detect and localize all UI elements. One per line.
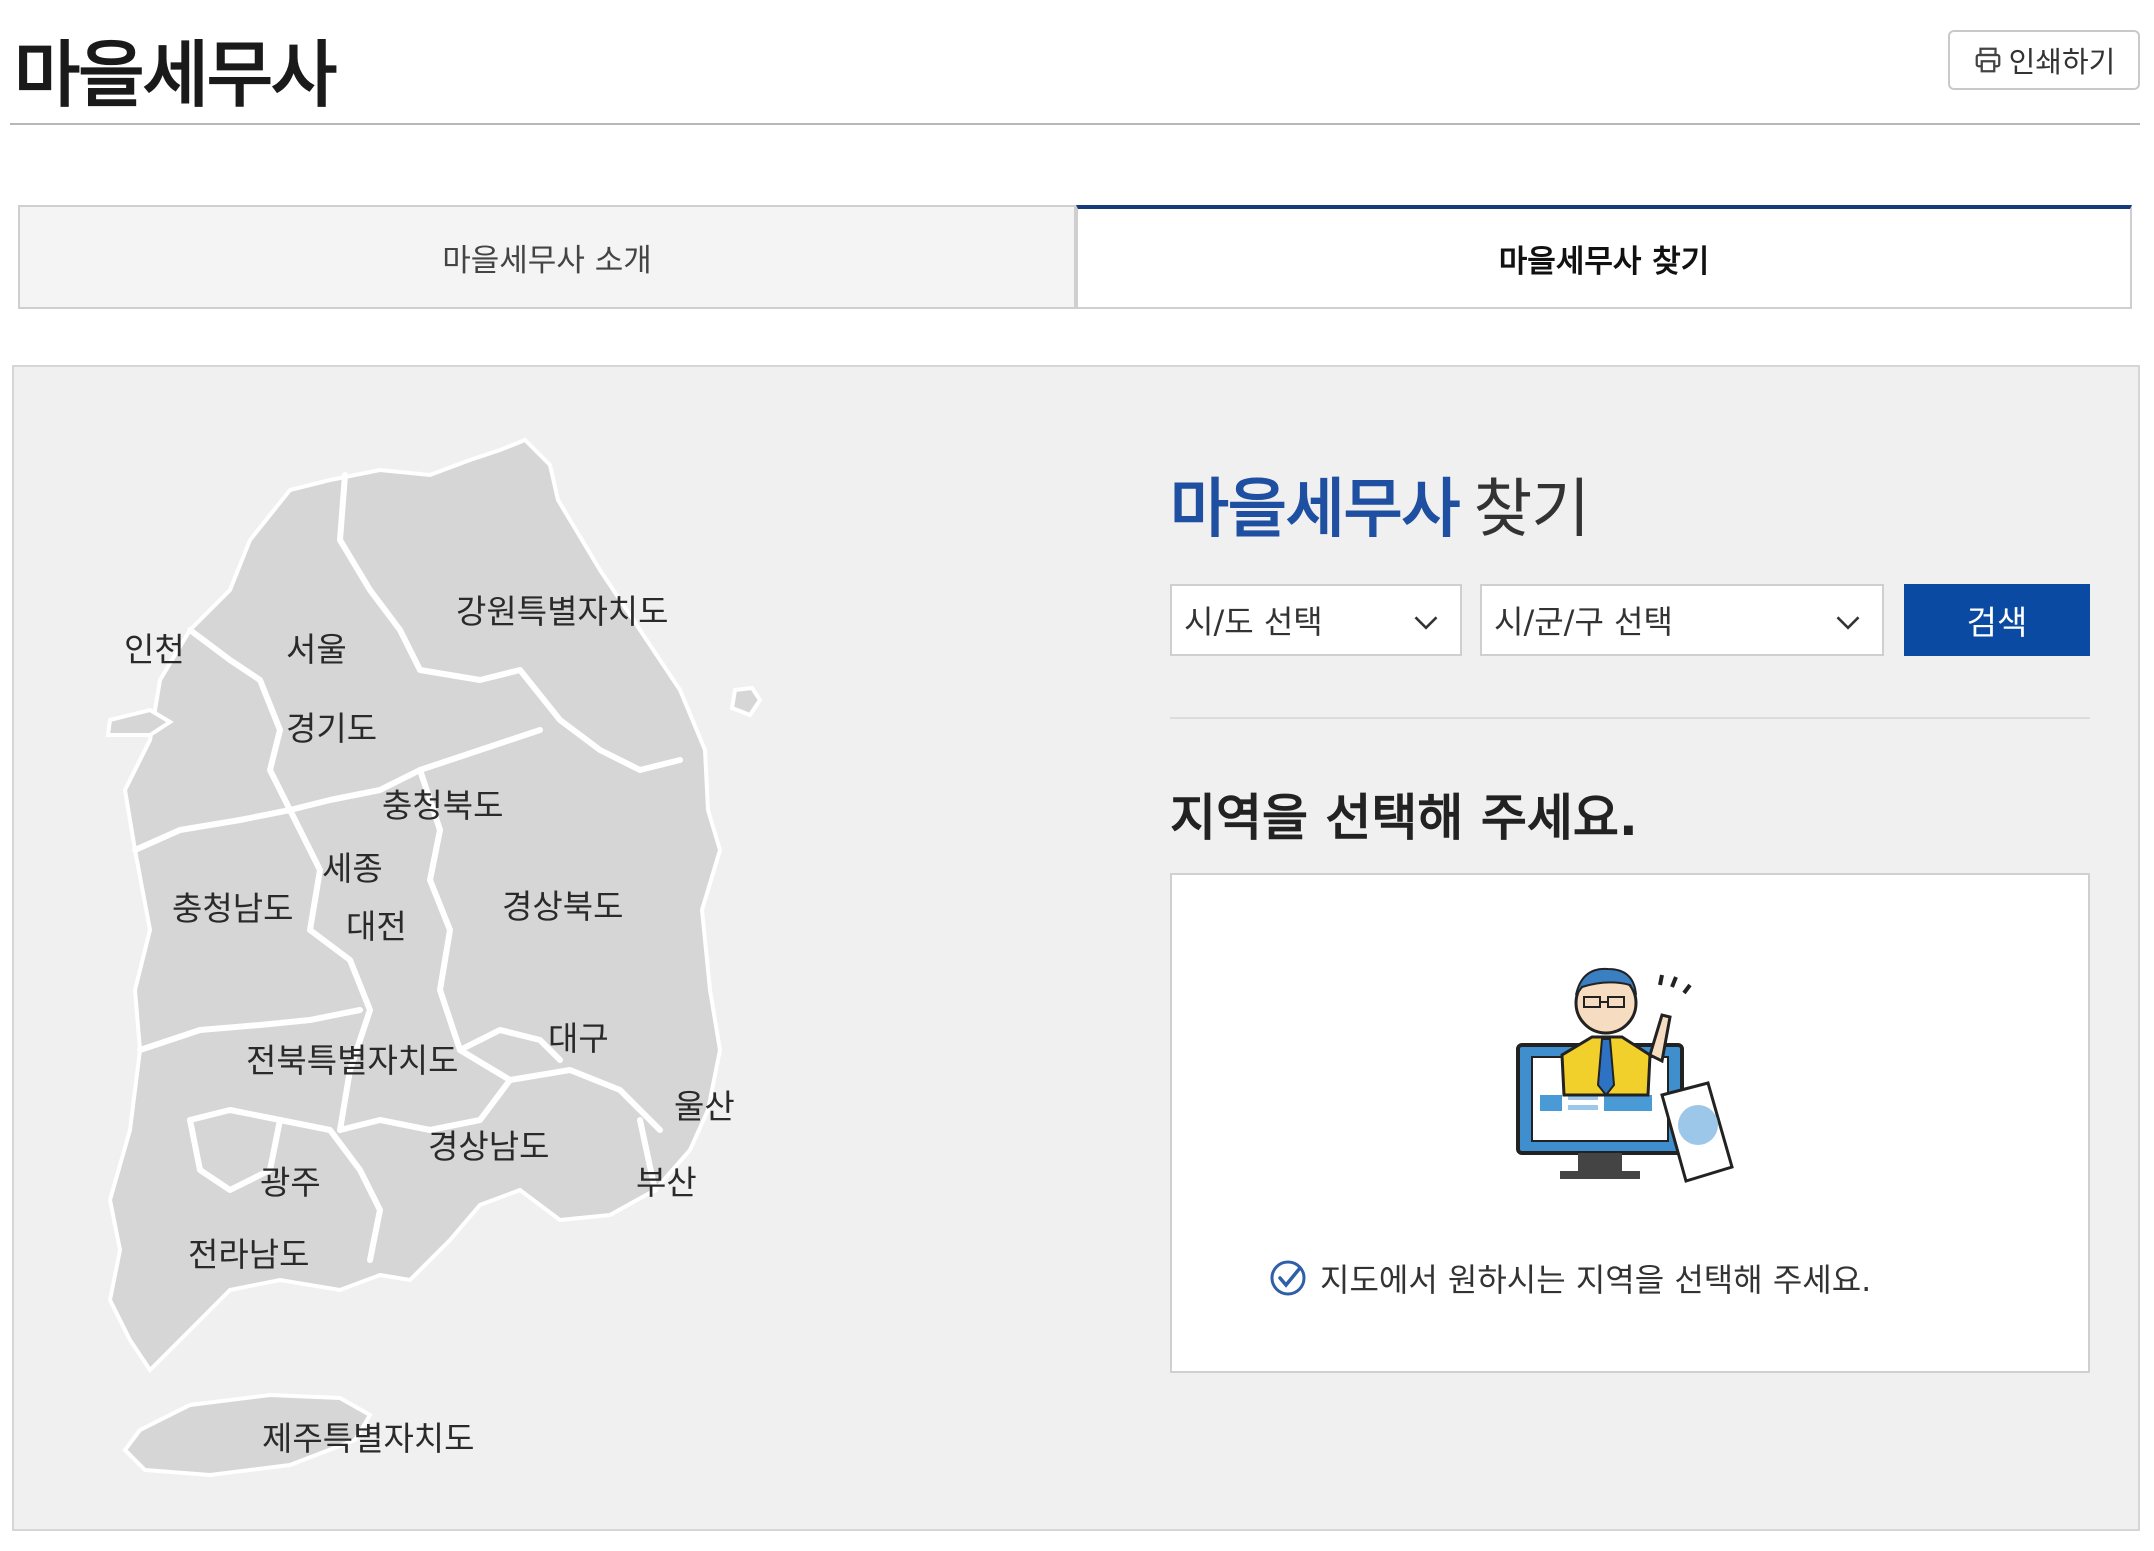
gungu-select-value: 시/군/구 선택	[1494, 603, 1673, 641]
title-divider	[10, 123, 2140, 125]
search-title-rest: 찾기	[1473, 473, 1590, 547]
tax-advisor-illustration	[1516, 967, 1734, 1183]
chevron-down-icon	[1414, 616, 1438, 630]
chevron-down-icon	[1836, 616, 1860, 630]
map-label-jeju[interactable]: 제주특별자치도	[262, 1412, 475, 1460]
map-label-daejeon[interactable]: 대전	[346, 900, 407, 948]
map-label-chungnam[interactable]: 충청남도	[172, 882, 293, 930]
map-label-gyeongnam[interactable]: 경상남도	[428, 1120, 549, 1168]
search-divider	[1170, 717, 2090, 719]
korea-map[interactable]	[80, 430, 800, 1490]
map-label-gwangju[interactable]: 광주	[260, 1156, 321, 1204]
sido-select[interactable]: 시/도 선택	[1170, 584, 1462, 656]
map-region-east-islet[interactable]	[729, 685, 763, 718]
result-note: 지도에서 원하시는 지역을 선택해 주세요.	[1268, 1255, 1871, 1301]
map-label-gyeonggi[interactable]: 경기도	[286, 702, 377, 750]
result-note-text: 지도에서 원하시는 지역을 선택해 주세요.	[1320, 1261, 1872, 1299]
search-title: 마을세무사 찾기	[1170, 458, 1590, 550]
search-button[interactable]: 검색	[1904, 584, 2090, 656]
result-box: 지도에서 원하시는 지역을 선택해 주세요.	[1170, 873, 2090, 1373]
map-label-seoul[interactable]: 서울	[286, 623, 347, 671]
tab-bar: 마을세무사 소개 마을세무사 찾기	[18, 205, 2132, 309]
map-label-gyeongbuk[interactable]: 경상북도	[502, 880, 623, 928]
page-title: 마을세무사	[14, 33, 337, 117]
search-title-highlight: 마을세무사	[1170, 473, 1460, 547]
printer-icon	[1975, 47, 2000, 73]
map-label-ulsan[interactable]: 울산	[674, 1080, 735, 1128]
tab-intro[interactable]: 마을세무사 소개	[18, 205, 1076, 309]
check-circle-icon	[1270, 1260, 1306, 1296]
sido-select-value: 시/도 선택	[1184, 603, 1323, 641]
gungu-select[interactable]: 시/군/구 선택	[1480, 584, 1884, 656]
map-label-busan[interactable]: 부산	[636, 1156, 697, 1204]
map-label-daegu[interactable]: 대구	[548, 1012, 609, 1060]
map-label-jeonnam[interactable]: 전라남도	[188, 1228, 309, 1276]
map-label-sejong[interactable]: 세종	[322, 842, 383, 890]
map-label-jeonbuk[interactable]: 전북특별자치도	[246, 1034, 459, 1082]
tab-find[interactable]: 마을세무사 찾기	[1076, 205, 2132, 309]
map-label-chungbuk[interactable]: 충청북도	[382, 779, 503, 827]
map-label-incheon[interactable]: 인천	[124, 623, 185, 671]
print-button[interactable]: 인쇄하기	[1948, 30, 2140, 90]
result-prompt: 지역을 선택해 주세요.	[1170, 789, 1638, 847]
map-label-gangwon[interactable]: 강원특별자치도	[456, 585, 669, 633]
print-label: 인쇄하기	[2008, 47, 2116, 79]
